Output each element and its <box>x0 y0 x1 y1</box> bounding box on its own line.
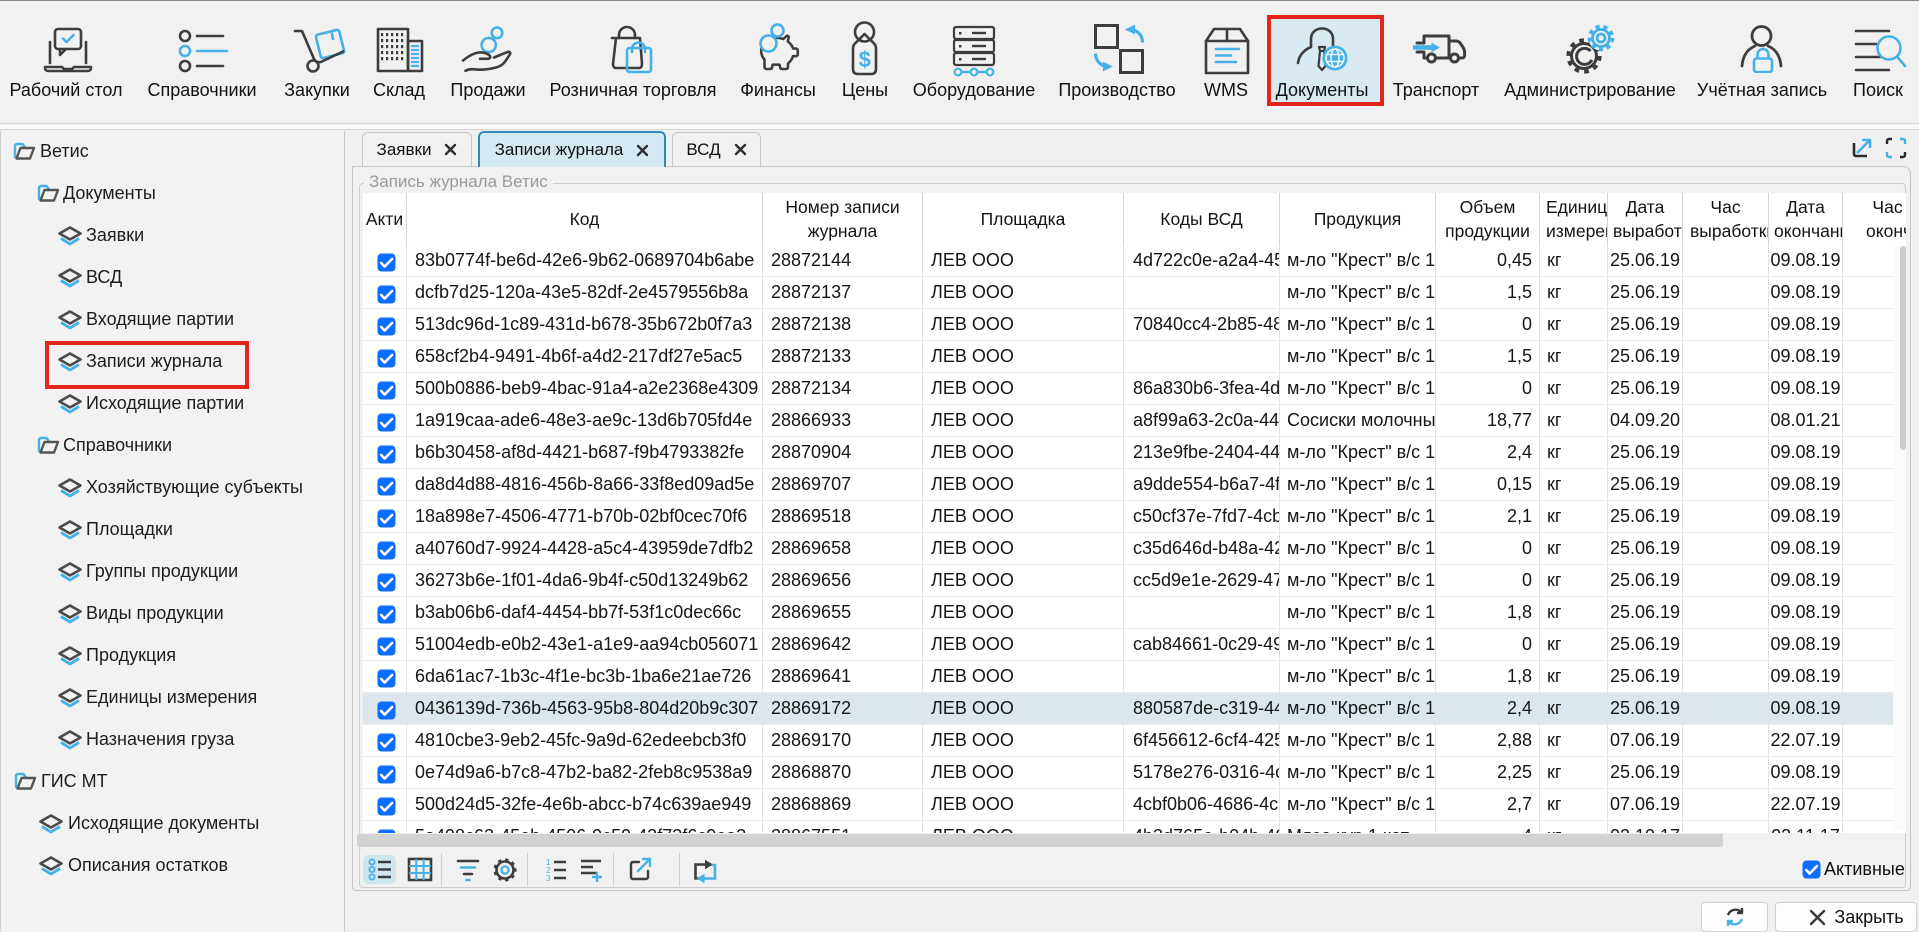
svg-text:$: $ <box>859 47 871 72</box>
svg-text:3: 3 <box>546 874 551 883</box>
